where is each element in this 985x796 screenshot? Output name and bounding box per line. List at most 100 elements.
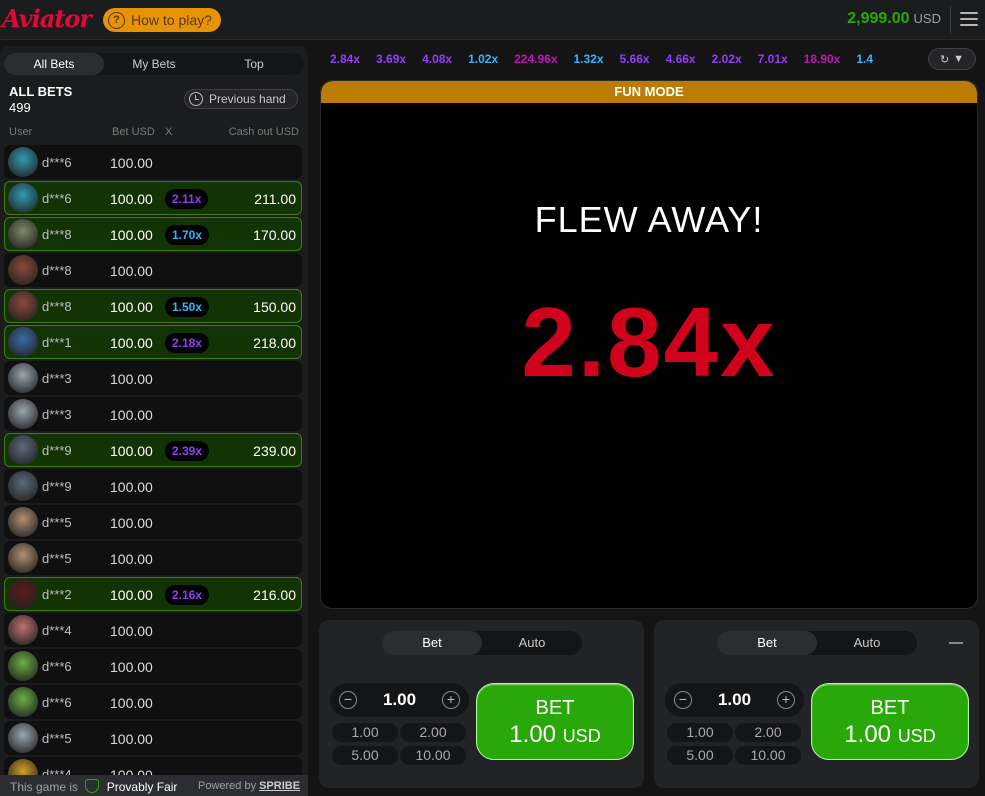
- multiplier-history: 2.84x 3.69x 4.08x 1.02x 224.96x 1.32x 5.66x 4.6…: [322, 48, 920, 72]
- bet-amount: 100.00: [110, 659, 153, 675]
- table-row: d***3 100.00: [4, 361, 302, 395]
- table-row: d***9 100.00 2.39x 239.00: [4, 433, 302, 467]
- tab-auto[interactable]: Auto: [482, 631, 582, 655]
- quick-amount-button[interactable]: 5.00: [667, 746, 733, 765]
- bet-amount-stepper: −1.00 +: [330, 683, 469, 717]
- history-multiplier[interactable]: 3.69x: [368, 48, 414, 70]
- bet-button-currency: USD: [897, 726, 936, 746]
- tab-top[interactable]: Top: [204, 53, 304, 75]
- history-multiplier[interactable]: 1.4: [848, 48, 881, 70]
- bet-button-label: BET: [870, 697, 910, 719]
- table-row: d***9 100.00: [4, 469, 302, 503]
- history-multiplier[interactable]: 4.08x: [414, 48, 460, 70]
- user-name: d***5: [42, 515, 72, 530]
- bet-amount-stepper: −1.00 +: [665, 683, 804, 717]
- table-row: d***3 100.00: [4, 397, 302, 431]
- cashout-multiplier: 1.50x: [165, 297, 210, 317]
- avatar-lion: [8, 543, 38, 573]
- header-divider: [950, 6, 951, 34]
- tab-bet[interactable]: Bet: [382, 631, 482, 655]
- crash-multiplier: 2.84x: [521, 287, 777, 397]
- column-bet: Bet USD: [112, 126, 155, 138]
- table-row: d***4 100.00: [4, 613, 302, 647]
- history-multiplier[interactable]: 224.96x: [506, 48, 565, 70]
- history-multiplier[interactable]: 18.90x: [796, 48, 849, 70]
- quick-amount-button[interactable]: 10.00: [735, 746, 801, 765]
- spribe-logo[interactable]: SPRIBE: [259, 780, 300, 792]
- table-row: d***1 100.00 2.18x 218.00: [4, 325, 302, 359]
- quick-amount-button[interactable]: 1.00: [667, 723, 733, 742]
- user-name: d***8: [42, 263, 72, 278]
- bets-panel: All Bets My Bets Top ALL BETS 499 Previo…: [0, 46, 308, 796]
- bet-amount: 100.00: [110, 623, 153, 639]
- quick-amount-button[interactable]: 2.00: [400, 723, 466, 742]
- history-multiplier[interactable]: 1.02x: [460, 48, 506, 70]
- balance: 2,999.00 USD: [847, 10, 941, 28]
- user-name: d***2: [42, 587, 72, 602]
- avatar-clover: [8, 687, 38, 717]
- bet-amount: 100.00: [110, 191, 153, 207]
- history-multiplier[interactable]: 2.02x: [704, 48, 750, 70]
- cashout-amount: 211.00: [254, 191, 296, 207]
- all-bets-count: 499: [9, 100, 31, 115]
- quick-amount-button[interactable]: 1.00: [332, 723, 398, 742]
- quick-amount-button[interactable]: 2.00: [735, 723, 801, 742]
- powered-by: Powered by SPRIBE: [198, 780, 300, 792]
- user-name: d***4: [42, 623, 72, 638]
- bet-button-amount: 1.00 USD: [812, 721, 968, 749]
- bet-panel: Bet Auto −1.00 + 1.00 2.00 5.00 10.00 BET 1.00 US…: [654, 620, 979, 788]
- avatar-money: [8, 723, 38, 753]
- flew-away-text: FLEW AWAY!: [534, 199, 764, 240]
- cashout-amount: 239.00: [253, 443, 296, 459]
- quick-amount-button[interactable]: 5.00: [332, 746, 398, 765]
- user-name: d***1: [42, 335, 72, 350]
- remove-panel-button[interactable]: [949, 642, 963, 644]
- provably-fair[interactable]: This game is Provably Fair: [10, 779, 177, 794]
- provably-fair-label: Provably Fair: [106, 780, 178, 794]
- cashout-amount: 150.00: [253, 299, 296, 315]
- bet-button-label: BET: [535, 697, 575, 719]
- user-name: d***5: [42, 731, 72, 746]
- previous-hand-button[interactable]: Previous hand: [184, 89, 298, 109]
- column-x: X: [165, 126, 173, 138]
- aviator-logo[interactable]: Aviator: [2, 4, 92, 33]
- increase-icon[interactable]: +: [442, 691, 460, 709]
- history-multiplier[interactable]: 1.32x: [566, 48, 612, 70]
- tab-my-bets[interactable]: My Bets: [104, 53, 204, 75]
- how-to-play-button[interactable]: ? How to play?: [103, 8, 221, 32]
- user-name: d***9: [42, 479, 72, 494]
- bet-button[interactable]: BET 1.00 USD: [811, 683, 969, 760]
- bet-mode-tabs: Bet Auto: [382, 631, 582, 655]
- history-toggle-button[interactable]: ↻ ▼: [928, 48, 976, 70]
- history-multiplier[interactable]: 4.66x: [658, 48, 704, 70]
- hamburger-menu-icon[interactable]: [960, 12, 978, 26]
- powered-by-label: Powered by: [198, 780, 257, 792]
- user-name: d***6: [42, 191, 72, 206]
- cashout-amount: 218.00: [253, 335, 296, 351]
- how-to-play-label: How to play?: [131, 12, 212, 28]
- user-name: d***6: [42, 659, 72, 674]
- bet-mode-tabs: Bet Auto: [717, 631, 917, 655]
- history-multiplier[interactable]: 2.84x: [322, 48, 368, 70]
- bet-panel: Bet Auto −1.00 + 1.00 2.00 5.00 10.00 BET 1.00 US…: [319, 620, 644, 788]
- cashout-multiplier: 2.11x: [165, 189, 209, 209]
- bet-button[interactable]: BET 1.00 USD: [476, 683, 634, 760]
- tab-all-bets[interactable]: All Bets: [4, 53, 104, 75]
- increase-icon[interactable]: +: [777, 691, 795, 709]
- history-multiplier[interactable]: 7.01x: [750, 48, 796, 70]
- history-multiplier[interactable]: 5.66x: [612, 48, 658, 70]
- cashout-multiplier: 1.70x: [165, 225, 210, 245]
- avatar-cat: [8, 615, 38, 645]
- tab-auto[interactable]: Auto: [817, 631, 917, 655]
- cashout-amount: 216.00: [253, 587, 296, 603]
- avatar-man: [8, 255, 38, 285]
- balance-currency: USD: [913, 11, 941, 26]
- avatar-money: [8, 363, 38, 393]
- tab-bet[interactable]: Bet: [717, 631, 817, 655]
- cashout-multiplier: 2.39x: [165, 441, 210, 461]
- bets-tabs: All Bets My Bets Top: [4, 53, 304, 75]
- bet-button-amount: 1.00 USD: [477, 721, 633, 749]
- history-icon: [189, 92, 203, 106]
- avatar-skull: [8, 579, 38, 609]
- quick-amount-button[interactable]: 10.00: [400, 746, 466, 765]
